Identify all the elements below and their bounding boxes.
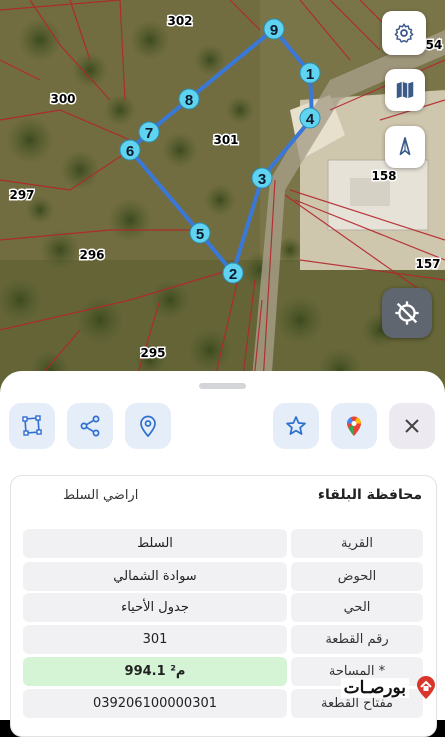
compass-north-icon bbox=[399, 137, 411, 156]
map-layers-button[interactable] bbox=[385, 69, 425, 111]
area-value: 994.1 م² bbox=[23, 657, 287, 686]
detail-row-basin: سوادة الشمالي الحوض bbox=[23, 562, 423, 591]
basin-value: سوادة الشمالي bbox=[23, 562, 287, 591]
parcel-number: 295 bbox=[140, 346, 165, 360]
parcel-key-value: 039206100000301 bbox=[23, 689, 287, 718]
detail-row-parcel-number: 301 رقم القطعة bbox=[23, 625, 423, 654]
village-label: القرية bbox=[291, 529, 423, 558]
vertex-label: 9 bbox=[270, 22, 278, 39]
parcel-number: 301 bbox=[213, 133, 238, 147]
logo-pin-icon bbox=[417, 676, 435, 699]
parcel-number: 300 bbox=[50, 92, 75, 106]
polygon-shape-icon bbox=[22, 415, 42, 436]
favorite-button[interactable] bbox=[273, 403, 319, 449]
close-icon bbox=[405, 419, 419, 433]
vertex-label: 7 bbox=[145, 125, 153, 142]
close-button[interactable] bbox=[389, 403, 435, 449]
basin-label: الحوض bbox=[291, 562, 423, 591]
gear-icon bbox=[394, 23, 414, 43]
share-button[interactable] bbox=[67, 403, 113, 449]
vertex-label: 5 bbox=[196, 226, 204, 243]
sheet-drag-handle[interactable] bbox=[199, 383, 246, 389]
detail-row-neighborhood: جدول الأحياء الحي bbox=[23, 593, 423, 622]
governorate-value: اراضي السلط bbox=[63, 488, 139, 503]
location-button[interactable] bbox=[125, 403, 171, 449]
draw-polygon-button[interactable] bbox=[9, 403, 55, 449]
parcel-info-sheet: محافظة البلقاء اراضي السلط السلط القرية … bbox=[0, 371, 445, 737]
share-icon bbox=[80, 415, 100, 437]
governorate-label: محافظة البلقاء bbox=[317, 487, 422, 503]
parcel-number: 296 bbox=[79, 248, 104, 262]
star-icon bbox=[286, 416, 306, 435]
neighborhood-value: جدول الأحياء bbox=[23, 593, 287, 622]
location-off-icon bbox=[395, 301, 419, 325]
vertex-label: 6 bbox=[126, 143, 134, 160]
parcel-number-label: رقم القطعة bbox=[291, 625, 423, 654]
satellite-map[interactable]: 302 54 300 301 297 296 158 157 295 1 2 3… bbox=[0, 0, 445, 400]
parcel-number: 158 bbox=[371, 169, 396, 183]
card-header: محافظة البلقاء اراضي السلط bbox=[11, 476, 436, 518]
compass-button[interactable] bbox=[385, 126, 425, 168]
map-icon bbox=[396, 81, 414, 99]
vertex-label: 2 bbox=[229, 266, 237, 283]
vertex-label: 1 bbox=[306, 66, 314, 83]
parcel-number: 157 bbox=[415, 257, 440, 271]
neighborhood-label: الحي bbox=[291, 593, 423, 622]
village-value: السلط bbox=[23, 529, 287, 558]
detail-row-village: السلط القرية bbox=[23, 529, 423, 558]
parcel-number: 302 bbox=[167, 14, 192, 28]
location-pin-icon bbox=[140, 415, 156, 438]
google-maps-button[interactable] bbox=[331, 403, 377, 449]
parcel-number: 54 bbox=[426, 38, 443, 52]
vertex-label: 4 bbox=[306, 111, 315, 128]
bursat-logo: بورصـات bbox=[340, 673, 439, 703]
settings-button[interactable] bbox=[382, 11, 426, 55]
parcel-number-value: 301 bbox=[23, 625, 287, 654]
location-off-button[interactable] bbox=[382, 288, 432, 338]
vertex-label: 8 bbox=[185, 92, 193, 109]
vertex-label: 3 bbox=[258, 171, 266, 188]
parcel-number: 297 bbox=[9, 188, 34, 202]
google-maps-icon bbox=[347, 416, 361, 436]
logo-text: بورصـات bbox=[340, 678, 409, 698]
